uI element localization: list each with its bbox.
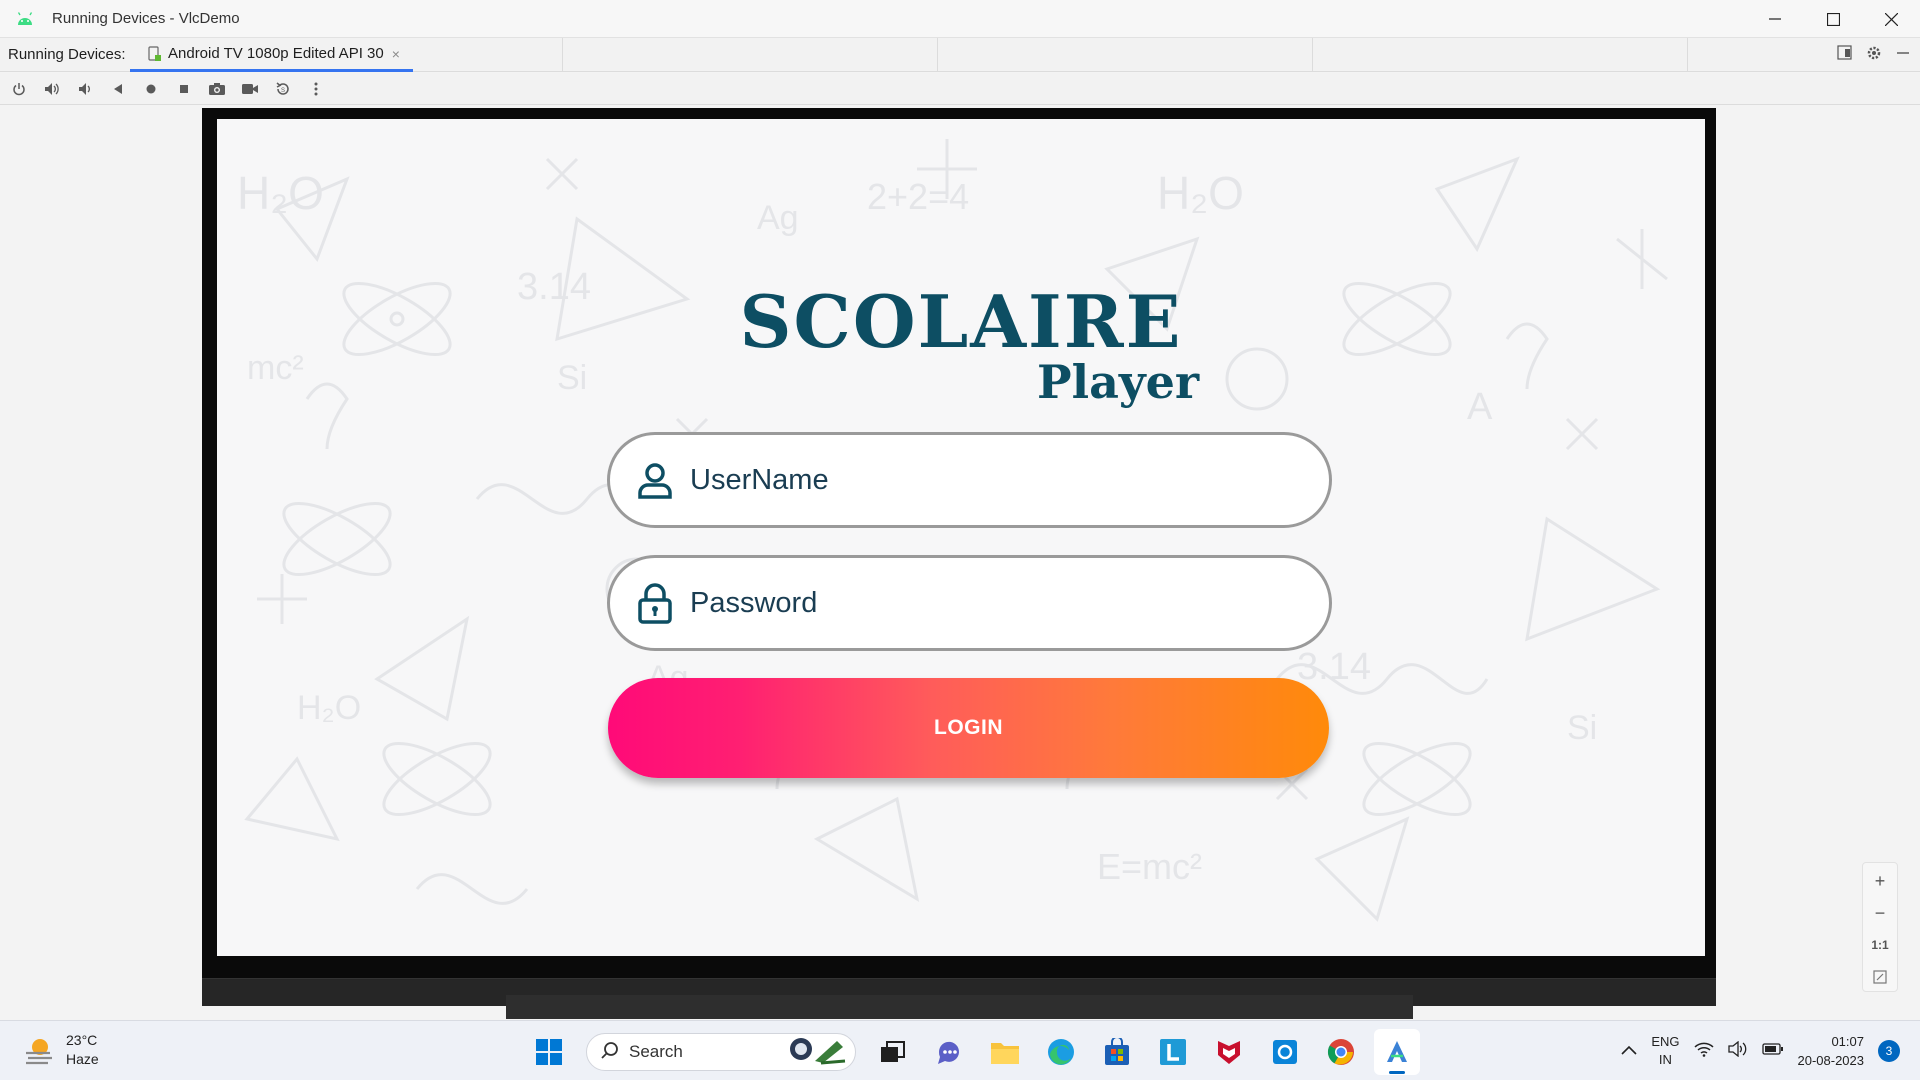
- window-titlebar: Running Devices - VlcDemo: [0, 0, 1920, 38]
- svg-text:A: A: [1467, 386, 1493, 428]
- background-doodle-pattern: H₂O H₂O A 3.14 3.14 2+2=4 E=mc² Ag Si Si…: [237, 139, 1668, 922]
- search-icon: [601, 1041, 619, 1064]
- maximize-button[interactable]: [1804, 0, 1862, 38]
- more-icon[interactable]: [305, 78, 327, 100]
- language-line1: ENG: [1651, 1034, 1680, 1049]
- gear-icon[interactable]: [1866, 45, 1882, 66]
- task-view-icon[interactable]: [870, 1029, 916, 1075]
- battery-icon[interactable]: [1761, 1042, 1784, 1060]
- running-devices-tabbar: Running Devices: Android TV 1080p Edited…: [0, 38, 1920, 72]
- weather-widget[interactable]: 23°C Haze: [22, 1031, 99, 1069]
- window-title: Running Devices - VlcDemo: [52, 10, 240, 27]
- zoom-actual-size-button[interactable]: 1:1: [1866, 931, 1894, 959]
- tab-divider: [1687, 38, 1688, 72]
- zoom-in-button[interactable]: +: [1866, 867, 1894, 895]
- home-icon[interactable]: [140, 78, 162, 100]
- close-window-button[interactable]: [1862, 0, 1920, 38]
- chrome-icon[interactable]: [1318, 1029, 1364, 1075]
- screenshot-icon[interactable]: [206, 78, 228, 100]
- layout-icon[interactable]: [1837, 45, 1852, 65]
- device-icon: [148, 45, 162, 62]
- tab-divider: [1312, 38, 1313, 72]
- password-input[interactable]: [690, 586, 1290, 620]
- power-icon[interactable]: [8, 78, 30, 100]
- login-button[interactable]: LOGIN: [608, 678, 1329, 778]
- svg-text:H₂O: H₂O: [297, 689, 361, 727]
- emulator-toolbar: S: [0, 73, 1920, 105]
- screen-record-icon[interactable]: [239, 78, 261, 100]
- svg-text:2+2=4: 2+2=4: [867, 176, 969, 217]
- wifi-icon[interactable]: [1693, 1041, 1714, 1062]
- minimize-button[interactable]: [1746, 0, 1804, 38]
- tab-divider: [562, 38, 563, 72]
- device-stand: [506, 995, 1413, 1019]
- svg-text:S: S: [281, 88, 285, 94]
- chevron-up-icon[interactable]: [1621, 1042, 1637, 1060]
- app-logo-main: SCOLAIRE: [739, 279, 1183, 364]
- clock[interactable]: 01:07 20-08-2023: [1798, 1032, 1865, 1070]
- speaker-icon[interactable]: [1727, 1040, 1748, 1062]
- tab-android-tv[interactable]: Android TV 1080p Edited API 30 ×: [130, 38, 413, 72]
- tab-close-icon[interactable]: ×: [392, 46, 400, 62]
- username-field[interactable]: [607, 432, 1332, 528]
- volume-up-icon[interactable]: [41, 78, 63, 100]
- outlook-like-icon[interactable]: [1262, 1029, 1308, 1075]
- reset-icon[interactable]: S: [272, 78, 294, 100]
- device-screen[interactable]: H₂O H₂O A 3.14 3.14 2+2=4 E=mc² Ag Si Si…: [217, 119, 1705, 956]
- notification-badge[interactable]: 3: [1878, 1040, 1900, 1062]
- user-icon: [634, 459, 676, 501]
- running-devices-label: Running Devices:: [8, 46, 126, 63]
- zoom-out-button[interactable]: −: [1866, 899, 1894, 927]
- svg-text:Si: Si: [557, 359, 587, 397]
- app-logo-sub: Player: [1037, 355, 1200, 409]
- volume-down-icon[interactable]: [74, 78, 96, 100]
- back-icon[interactable]: [107, 78, 129, 100]
- svg-text:Si: Si: [1567, 709, 1597, 747]
- clock-time: 01:07: [1831, 1034, 1864, 1049]
- svg-text:3.14: 3.14: [1297, 646, 1371, 688]
- file-explorer-icon[interactable]: [982, 1029, 1028, 1075]
- clock-date: 20-08-2023: [1797, 1053, 1865, 1068]
- language-line2: IN: [1658, 1052, 1672, 1067]
- teams-chat-icon[interactable]: [926, 1029, 972, 1075]
- android-icon: [16, 10, 34, 28]
- windows-taskbar: 23°C Haze Search ENG IN 01:07 20-08-2023…: [0, 1020, 1920, 1080]
- android-studio-icon[interactable]: [1374, 1029, 1420, 1075]
- tab-label: Android TV 1080p Edited API 30: [168, 45, 384, 62]
- svg-text:H₂O: H₂O: [237, 167, 324, 219]
- weather-temp: 23°C: [66, 1032, 98, 1048]
- hide-panel-icon[interactable]: [1896, 46, 1910, 65]
- zoom-controls: + − 1:1: [1862, 862, 1898, 992]
- zoom-fit-button[interactable]: [1866, 963, 1894, 991]
- search-label: Search: [629, 1042, 683, 1061]
- language-indicator[interactable]: ENG IN: [1651, 1033, 1679, 1069]
- start-button[interactable]: [526, 1029, 572, 1075]
- password-field[interactable]: [607, 555, 1332, 651]
- mcafee-icon[interactable]: [1206, 1029, 1252, 1075]
- svg-text:H₂O: H₂O: [1157, 167, 1244, 219]
- edge-browser-icon[interactable]: [1038, 1029, 1084, 1075]
- overview-icon[interactable]: [173, 78, 195, 100]
- username-input[interactable]: [690, 463, 1290, 497]
- l-app-icon[interactable]: [1150, 1029, 1196, 1075]
- microsoft-store-icon[interactable]: [1094, 1029, 1140, 1075]
- tab-divider: [937, 38, 938, 72]
- lock-icon: [634, 582, 676, 624]
- weather-haze-icon: [22, 1033, 56, 1067]
- search-highlight-icon: [787, 1035, 847, 1070]
- taskbar-search[interactable]: Search: [586, 1033, 856, 1071]
- weather-desc: Haze: [66, 1051, 99, 1067]
- svg-text:Ag: Ag: [757, 199, 799, 237]
- svg-text:E=mc²: E=mc²: [1097, 846, 1202, 887]
